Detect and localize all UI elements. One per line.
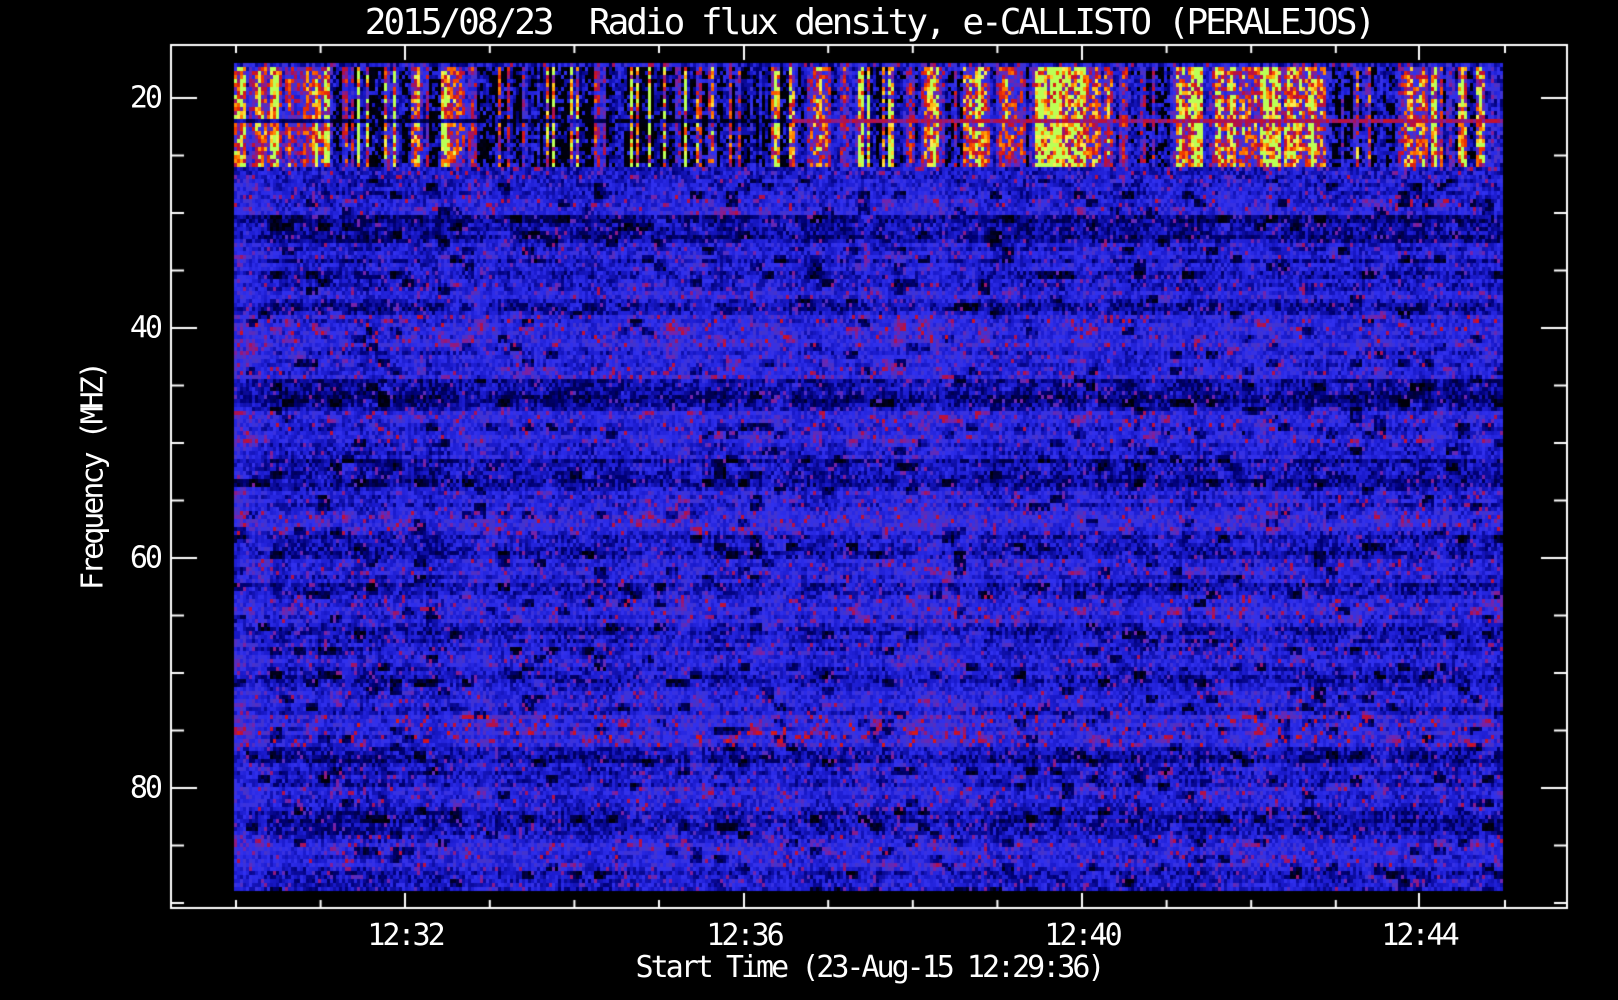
- x-tick-label: 12:44: [1381, 918, 1459, 953]
- spectrogram-canvas: [0, 0, 1618, 1000]
- y-tick-label: 60: [129, 540, 163, 576]
- spectrogram-figure: 2015/08/23 Radio flux density, e-CALLIST…: [0, 0, 1618, 1000]
- y-tick-label: 20: [129, 80, 163, 116]
- y-tick-label: 80: [129, 770, 163, 806]
- x-tick-label: 12:36: [706, 918, 784, 953]
- y-tick-label: 40: [129, 310, 163, 346]
- x-tick-label: 12:32: [367, 918, 445, 953]
- y-axis-label: Frequency (MHZ): [75, 364, 111, 590]
- x-tick-label: 12:40: [1044, 918, 1122, 953]
- x-axis-label: Start Time (23-Aug-15 12:29:36): [635, 950, 1106, 985]
- page-title: 2015/08/23 Radio flux density, e-CALLIST…: [364, 2, 1376, 43]
